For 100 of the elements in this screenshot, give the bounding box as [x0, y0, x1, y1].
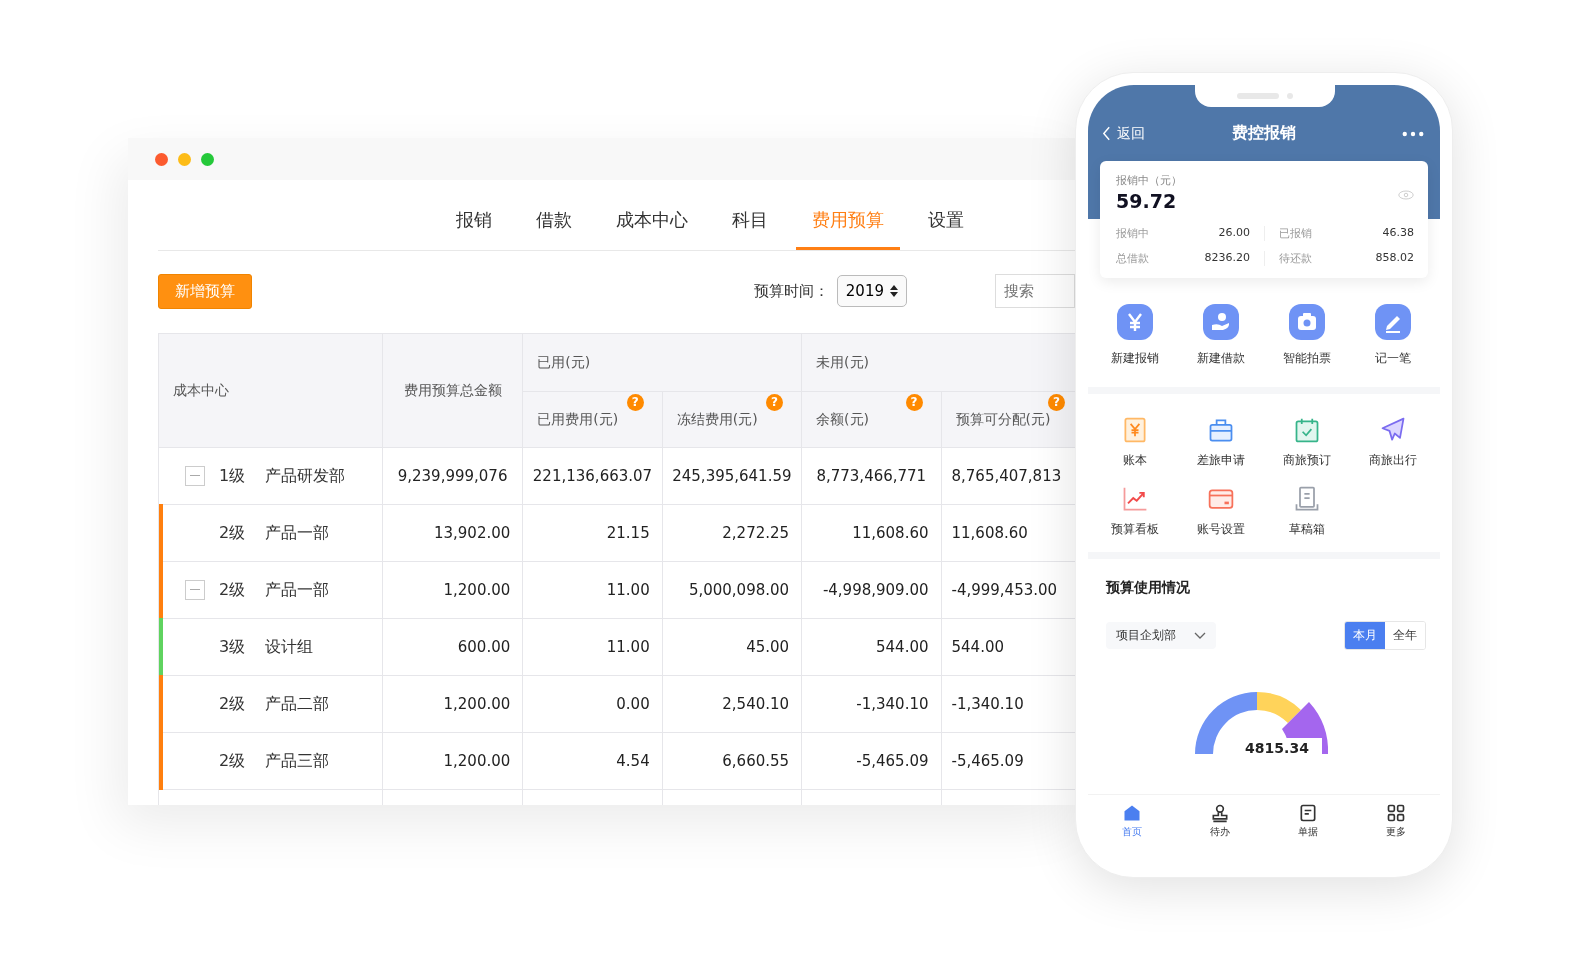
table-cell: 11.00 [522, 561, 663, 619]
table-cell: -4,998,909.00 [801, 561, 941, 619]
hand-icon [1203, 304, 1239, 340]
table-cell: 11,608.60 [801, 504, 941, 562]
budget-time-label: 预算时间： [753, 281, 829, 301]
level-label: 2级 [219, 579, 246, 599]
level-label: 2级 [219, 522, 246, 542]
nav-tab[interactable]: 设置 [912, 184, 980, 250]
eye-icon[interactable] [1398, 189, 1414, 201]
stat-label: 已报销 [1279, 226, 1312, 241]
tool-item[interactable]: 账号设置 [1178, 485, 1264, 538]
table-cell: 600.00 [382, 618, 523, 676]
calendar-check-icon [1293, 416, 1321, 444]
year-select[interactable]: 2019 [836, 275, 907, 307]
table-cell: 9,239,999,076 [382, 447, 523, 505]
home-icon [1122, 803, 1142, 823]
pen-icon [1375, 304, 1411, 340]
trend-chart-icon [1121, 485, 1149, 513]
summary-label: 报销中（元） [1116, 173, 1183, 188]
table-cell: 1,200.00 [382, 675, 523, 733]
table-cell: 6,660.55 [662, 732, 802, 790]
tab-bar-item[interactable]: 更多 [1366, 803, 1426, 865]
chevron-down-icon [1194, 631, 1206, 640]
stat-value: 8236.20 [1204, 251, 1250, 266]
quick-action[interactable]: 智能拍票 [1267, 304, 1347, 367]
quick-action[interactable]: 新建报销 [1095, 304, 1175, 367]
yen-icon [1117, 304, 1153, 340]
quick-action[interactable]: 新建借款 [1181, 304, 1261, 367]
stat-label: 报销中 [1116, 226, 1149, 241]
level-label: 2级 [219, 750, 246, 770]
table-cell: 245,395,641.59 [662, 447, 802, 505]
camera-icon [1289, 304, 1325, 340]
tool-item[interactable]: 差旅申请 [1178, 416, 1264, 469]
period-toggle[interactable]: 本月 [1345, 622, 1385, 649]
column-header: 成本中心 [158, 333, 383, 448]
maximize-button[interactable] [201, 152, 214, 166]
search-field[interactable]: 搜索 [995, 274, 1075, 308]
department-name: 产品三部 [265, 750, 330, 770]
more-icon[interactable] [1402, 130, 1424, 137]
summary-amount: 59.72 [1116, 190, 1177, 212]
minimize-button[interactable] [178, 152, 191, 166]
stat-value: 26.00 [1218, 226, 1250, 241]
column-header: 预算可分配(元) [955, 410, 1051, 427]
nav-tab[interactable]: 科目 [716, 184, 784, 250]
table-cell: 1,200.00 [382, 732, 523, 790]
table-cell: -1,340.10 [801, 675, 941, 733]
back-link[interactable]: 返回 [1102, 124, 1145, 143]
column-header: 余额(元) [816, 410, 870, 427]
tab-bar-item[interactable]: 首页 [1102, 803, 1162, 865]
table-cell: 1,200.00 [382, 561, 523, 619]
stat-value: 46.38 [1382, 226, 1414, 241]
table-cell: 2,540.10 [662, 675, 802, 733]
level-label: 2级 [219, 693, 246, 713]
level-label: 3级 [219, 636, 246, 656]
screen-title: 费控报销 [1230, 123, 1297, 144]
table-cell: 11.00 [522, 618, 663, 676]
department-name: 产品一部 [265, 522, 330, 542]
department-name: 产品二部 [265, 693, 330, 713]
column-header: 冻结费用(元) [676, 410, 758, 427]
stat-label: 总借款 [1116, 251, 1149, 266]
department-name: 设计组 [265, 636, 314, 656]
table-cell: 544.00 [801, 618, 941, 676]
table-cell: 5,000,098.00 [662, 561, 802, 619]
collapse-toggle[interactable] [185, 466, 205, 486]
nav-tab[interactable]: 报销 [440, 184, 508, 250]
tool-item[interactable]: 商旅预订 [1264, 416, 1350, 469]
department-select[interactable]: 项目企划部 [1106, 622, 1216, 649]
table-cell: 45.00 [662, 618, 802, 676]
tab-bar-item[interactable]: 单据 [1278, 803, 1338, 865]
table-cell: 0.00 [522, 675, 663, 733]
stat-label: 待还款 [1279, 251, 1312, 266]
table-cell: 21.15 [522, 504, 663, 562]
table-cell: -5,465.09 [801, 732, 941, 790]
column-header: 未用(元) [801, 333, 1075, 392]
stat-value: 858.02 [1375, 251, 1414, 266]
tool-item[interactable]: 商旅出行 [1350, 416, 1436, 469]
table-cell: 13,902.00 [382, 504, 523, 562]
collapse-toggle[interactable] [185, 580, 205, 600]
table-cell: 4.54 [522, 732, 663, 790]
quick-action[interactable]: 记一笔 [1353, 304, 1433, 367]
department-name: 产品研发部 [265, 465, 346, 485]
tool-item[interactable]: 预算看板 [1092, 485, 1178, 538]
document-icon [1298, 803, 1318, 823]
section-title: 预算使用情况 [1106, 579, 1191, 597]
close-button[interactable] [155, 152, 168, 166]
sort-arrows-icon [890, 284, 898, 298]
table-cell: 2,272.25 [662, 504, 802, 562]
tool-item[interactable]: 草稿箱 [1264, 485, 1350, 538]
stamp-icon [1210, 803, 1230, 823]
table-cell: 8,773,466,771 [801, 447, 941, 505]
column-header: 已用(元) [522, 333, 802, 392]
tool-item[interactable]: 账本 [1092, 416, 1178, 469]
document-tray-icon [1293, 485, 1321, 513]
column-header: 已用费用(元) [537, 410, 619, 427]
grid-icon [1386, 803, 1406, 823]
tab-bar-item[interactable]: 待办 [1190, 803, 1250, 865]
nav-tab[interactable]: 成本中心 [600, 184, 704, 250]
column-header: 费用预算总金额 [382, 333, 523, 448]
table-cell: 221,136,663.07 [522, 447, 663, 505]
nav-tab[interactable]: 借款 [520, 184, 588, 250]
